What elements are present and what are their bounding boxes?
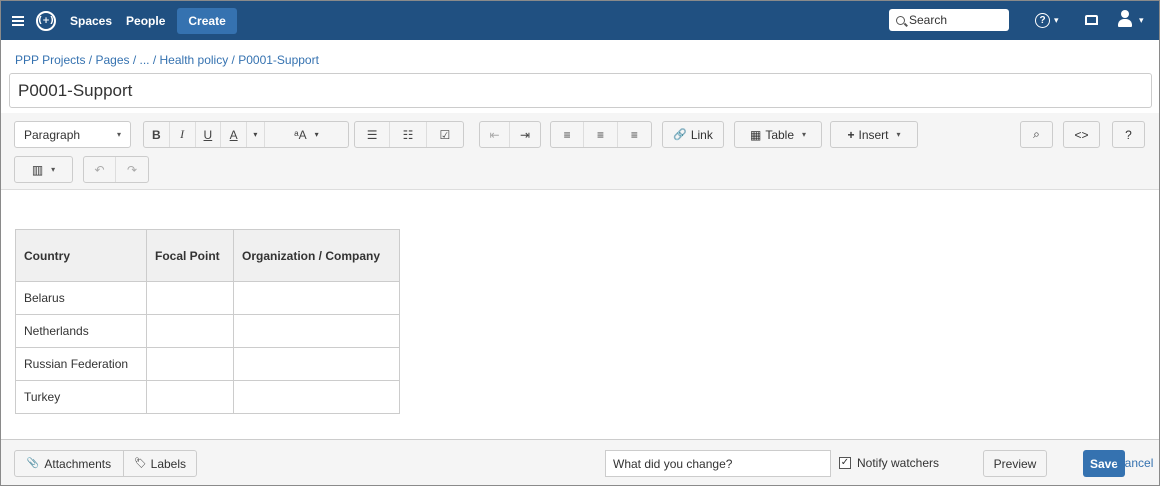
cancel-link[interactable]: Cancel	[1116, 456, 1153, 470]
search-icon	[896, 15, 905, 25]
editor-content[interactable]: Country Focal Point Organization / Compa…	[1, 191, 1159, 439]
editor-toolbar: Paragraph ▾ B I U A ▾ ᵃA ▾ ☰ ☷ ☑ ⇤ ⇥ ≡ ≡…	[1, 113, 1159, 190]
chevron-down-icon: ▾	[51, 165, 56, 174]
preview-button[interactable]: Preview	[983, 450, 1047, 477]
chevron-down-icon: ▾	[314, 130, 319, 139]
paragraph-style-dropdown[interactable]: Paragraph ▾	[14, 121, 131, 148]
undo-icon[interactable]: ↶	[84, 157, 117, 182]
table-cell[interactable]: Turkey	[15, 380, 147, 414]
layout-icon: ▥	[31, 162, 44, 177]
list-group: ☰ ☷ ☑	[354, 121, 464, 148]
italic-button[interactable]: I	[170, 122, 196, 147]
alignment-group: ≡ ≡ ≡	[550, 121, 652, 148]
text-color-dropdown[interactable]: ▾	[247, 122, 265, 147]
plus-icon: +	[847, 127, 855, 142]
tag-icon: 🏷	[133, 458, 147, 469]
table-icon: ▦	[749, 127, 762, 142]
column-header-focal-point[interactable]: Focal Point	[146, 229, 234, 282]
source-editor-icon[interactable]: <>	[1063, 121, 1100, 148]
top-navigation-bar: (+) Spaces People Create Search ? ▾ ▾	[1, 1, 1159, 40]
search-input[interactable]: Search	[889, 9, 1009, 31]
search-placeholder: Search	[909, 13, 948, 27]
numbered-list-icon[interactable]: ☷	[390, 122, 427, 147]
undo-redo-group: ↶ ↷	[83, 156, 149, 183]
link-button[interactable]: 🔗 Link	[662, 121, 724, 148]
text-format-group: B I U A ▾ ᵃA ▾	[143, 121, 349, 148]
app-logo-icon[interactable]: (+)	[36, 10, 56, 31]
insert-label: Insert	[858, 127, 889, 142]
help-icon[interactable]: ?	[1035, 13, 1050, 28]
chevron-down-icon[interactable]: ▾	[1139, 15, 1144, 26]
page-title-input[interactable]: P0001-Support	[9, 73, 1152, 108]
table-cell[interactable]	[146, 314, 234, 348]
table-cell[interactable]	[233, 380, 400, 414]
table-row: Netherlands	[15, 314, 400, 348]
attachments-label: Attachments	[44, 456, 112, 471]
notify-watchers-label: Notify watchers	[857, 456, 940, 470]
redo-icon[interactable]: ↷	[116, 157, 148, 182]
table-cell[interactable]	[146, 281, 234, 315]
chevron-down-icon: ▾	[896, 130, 901, 139]
bullet-list-icon[interactable]: ☰	[355, 122, 391, 147]
labels-button[interactable]: 🏷 Labels	[123, 450, 197, 477]
paperclip-icon: 📎	[26, 458, 40, 469]
indent-group: ⇤ ⇥	[479, 121, 541, 148]
labels-label: Labels	[150, 456, 187, 471]
table-row: Turkey	[15, 380, 400, 414]
notifications-icon[interactable]	[1085, 15, 1098, 25]
bold-button[interactable]: B	[144, 122, 170, 147]
chevron-down-icon: ▾	[802, 130, 807, 139]
paragraph-style-label: Paragraph	[24, 127, 81, 142]
align-right-icon[interactable]: ≡	[618, 122, 651, 147]
format-icon: ᵃA	[294, 127, 307, 142]
table-cell[interactable]: Russian Federation	[15, 347, 147, 381]
table-cell[interactable]: Netherlands	[15, 314, 147, 348]
table-cell[interactable]	[233, 314, 400, 348]
underline-button[interactable]: U	[196, 122, 222, 147]
link-label: Link	[690, 127, 713, 142]
insert-dropdown[interactable]: + Insert ▾	[830, 121, 918, 148]
column-header-country[interactable]: Country	[15, 229, 147, 282]
change-comment-input[interactable]: What did you change?	[605, 450, 831, 477]
table-cell[interactable]	[233, 347, 400, 381]
checkbox-icon[interactable]: ✓	[839, 457, 851, 469]
editor-footer: 📎 Attachments 🏷 Labels What did you chan…	[1, 439, 1159, 485]
create-button[interactable]: Create	[177, 7, 237, 34]
menu-icon[interactable]	[12, 15, 24, 26]
column-header-organization[interactable]: Organization / Company	[233, 229, 400, 282]
table-cell[interactable]: Belarus	[15, 281, 147, 315]
table-row: Belarus	[15, 281, 400, 315]
user-avatar-icon[interactable]	[1117, 10, 1133, 28]
attachments-button[interactable]: 📎 Attachments	[14, 450, 124, 477]
task-list-icon[interactable]: ☑	[427, 122, 463, 147]
nav-people[interactable]: People	[126, 14, 165, 28]
indent-icon[interactable]: ⇥	[510, 122, 540, 147]
help-icon[interactable]: ?	[1112, 121, 1145, 148]
notify-watchers-checkbox[interactable]: ✓ Notify watchers	[839, 456, 939, 470]
chevron-down-icon: ▾	[116, 130, 121, 139]
nav-spaces[interactable]: Spaces	[70, 14, 112, 28]
text-color-button[interactable]: A	[221, 122, 247, 147]
align-left-icon[interactable]: ≡	[551, 122, 585, 147]
more-formatting-dropdown[interactable]: ᵃA ▾	[265, 122, 348, 147]
page-layout-dropdown[interactable]: ▥ ▾	[14, 156, 73, 183]
find-replace-icon[interactable]: ⌕	[1020, 121, 1053, 148]
table-cell[interactable]	[233, 281, 400, 315]
table-header-row: Country Focal Point Organization / Compa…	[15, 229, 400, 282]
link-icon: 🔗	[673, 129, 687, 141]
table-row: Russian Federation	[15, 347, 400, 381]
table-label: Table	[765, 127, 794, 142]
table-cell[interactable]	[146, 347, 234, 381]
table-cell[interactable]	[146, 380, 234, 414]
align-center-icon[interactable]: ≡	[584, 122, 618, 147]
outdent-icon[interactable]: ⇤	[480, 122, 511, 147]
chevron-down-icon[interactable]: ▾	[1054, 15, 1059, 26]
content-table[interactable]: Country Focal Point Organization / Compa…	[15, 229, 400, 414]
breadcrumb[interactable]: PPP Projects / Pages / ... / Health poli…	[15, 53, 319, 67]
table-dropdown[interactable]: ▦ Table ▾	[734, 121, 822, 148]
